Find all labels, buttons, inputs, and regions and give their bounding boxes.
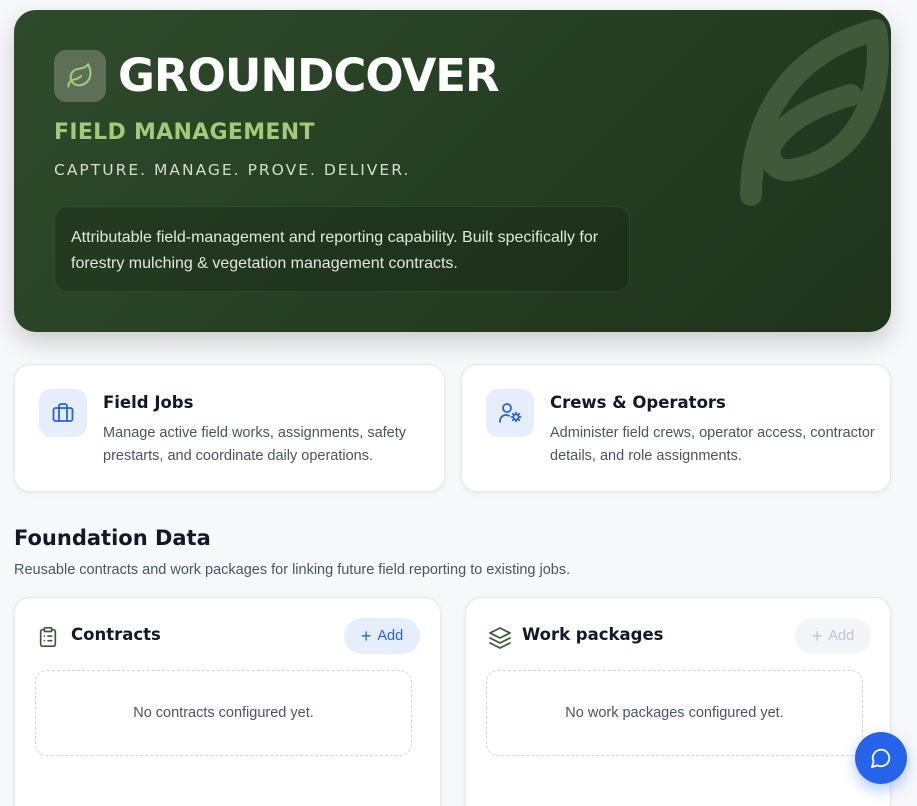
add-contract-label: Add xyxy=(377,628,404,644)
briefcase-icon xyxy=(52,403,74,422)
contracts-title: Contracts xyxy=(71,625,161,644)
crews-operators-card[interactable]: Crews & Operators Administer field crews… xyxy=(461,364,891,492)
work-packages-card: Work packages + Add No work packages con… xyxy=(465,597,891,806)
chat-button[interactable] xyxy=(855,732,907,784)
work-packages-title: Work packages xyxy=(522,625,664,644)
add-contract-button[interactable]: + Add xyxy=(344,618,420,654)
crews-icon-tile xyxy=(486,389,534,437)
app-tagline: CAPTURE. MANAGE. PROVE. DELIVER. xyxy=(54,161,411,179)
app-title: GROUNDCOVER xyxy=(118,49,500,102)
layers-icon xyxy=(489,627,511,649)
section-subtitle: Reusable contracts and work packages for… xyxy=(14,562,571,578)
section-title: Foundation Data xyxy=(14,526,211,550)
logo-tile xyxy=(54,50,106,102)
chat-bubble-icon xyxy=(870,748,891,769)
field-jobs-icon-tile xyxy=(39,389,87,437)
add-work-package-label: Add xyxy=(828,628,855,644)
leaf-watermark-icon xyxy=(740,19,889,206)
add-work-package-button[interactable]: + Add xyxy=(795,618,871,654)
plus-icon: + xyxy=(360,626,372,646)
crews-operators-title: Crews & Operators xyxy=(550,393,726,412)
plus-icon: + xyxy=(811,626,823,646)
user-cog-icon xyxy=(499,403,522,423)
contracts-card: Contracts + Add No contracts configured … xyxy=(14,597,441,806)
leaf-icon xyxy=(67,63,92,88)
work-packages-empty-state: No work packages configured yet. xyxy=(486,670,863,756)
app-subtitle: FIELD MANAGEMENT xyxy=(54,120,315,145)
contracts-empty-state: No contracts configured yet. xyxy=(35,670,412,756)
field-jobs-card[interactable]: Field Jobs Manage active field works, as… xyxy=(14,364,445,492)
hero-banner: GROUNDCOVER FIELD MANAGEMENT CAPTURE. MA… xyxy=(14,10,891,332)
clipboard-list-icon xyxy=(39,627,57,647)
field-jobs-title: Field Jobs xyxy=(103,393,194,412)
hero-description: Attributable field-management and report… xyxy=(54,206,630,292)
field-jobs-description: Manage active field works, assignments, … xyxy=(103,425,407,464)
crews-operators-description: Administer field crews, operator access,… xyxy=(550,425,875,464)
